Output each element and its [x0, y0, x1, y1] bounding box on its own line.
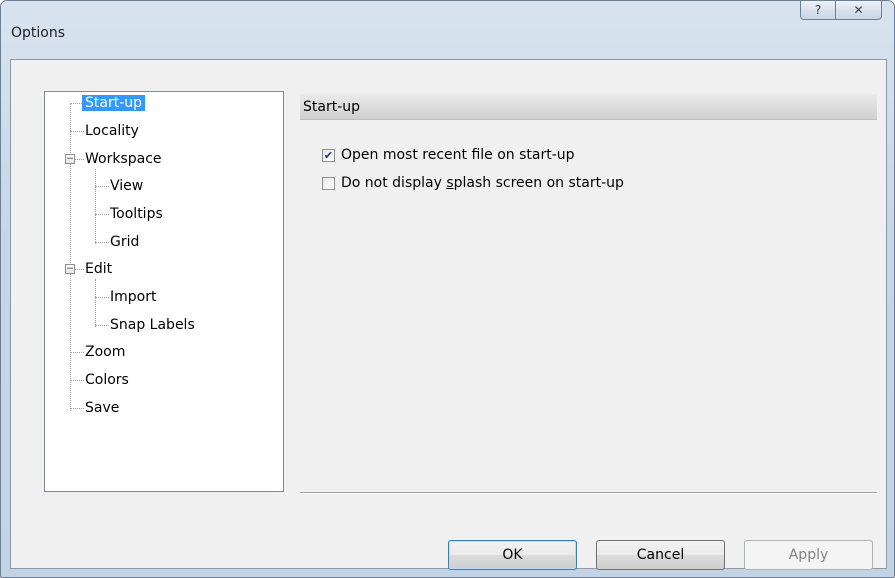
- no-splash-label-pre: Do not display: [341, 175, 447, 191]
- tree-item-label: Colors: [85, 372, 129, 388]
- tree-item-zoom[interactable]: Zoom: [82, 342, 128, 362]
- open-recent-option[interactable]: ✔ Open most recent file on start-up: [322, 145, 575, 165]
- help-button[interactable]: ?: [800, 1, 836, 20]
- help-icon: ?: [814, 3, 822, 17]
- collapse-icon[interactable]: −: [65, 264, 75, 274]
- tree-item-snap-labels[interactable]: Snap Labels: [107, 315, 198, 335]
- options-dialog: Options ? ✕ − − Start-up Locality Worksp…: [0, 0, 895, 578]
- no-splash-option[interactable]: Do not display splash screen on start-up: [322, 173, 624, 193]
- section-header: Start-up: [300, 94, 877, 120]
- window-title: Options: [11, 25, 66, 41]
- tree-item-label: View: [110, 178, 144, 194]
- tree-item-label: Locality: [85, 123, 139, 139]
- tree-item-import[interactable]: Import: [107, 287, 159, 307]
- title-bar: Options ? ✕: [1, 1, 894, 59]
- tree-item-label: Save: [85, 400, 120, 416]
- close-icon: ✕: [853, 3, 864, 17]
- tree-item-colors[interactable]: Colors: [82, 370, 132, 390]
- tree-item-label: Tooltips: [110, 206, 163, 222]
- close-button[interactable]: ✕: [836, 1, 882, 20]
- dialog-client-area: − − Start-up Locality Workspace View Too…: [10, 59, 887, 570]
- tree-item-locality[interactable]: Locality: [82, 121, 142, 141]
- tree-connector: [70, 103, 72, 411]
- options-tree[interactable]: − − Start-up Locality Workspace View Too…: [44, 91, 284, 492]
- tree-item-edit[interactable]: Edit: [82, 259, 115, 279]
- tree-connector: [95, 169, 97, 244]
- cancel-button[interactable]: Cancel: [596, 540, 725, 570]
- tree-item-label: Edit: [85, 261, 113, 277]
- collapse-icon[interactable]: −: [65, 154, 75, 164]
- tree-item-view[interactable]: View: [107, 176, 146, 196]
- tree-item-label: Import: [110, 289, 157, 305]
- open-recent-checkbox[interactable]: ✔: [322, 148, 335, 162]
- tree-item-start-up[interactable]: Start-up: [82, 93, 146, 113]
- tree-item-save[interactable]: Save: [82, 398, 122, 418]
- tree-item-label: Zoom: [85, 344, 126, 360]
- apply-button[interactable]: Apply: [744, 540, 873, 570]
- tree-item-workspace[interactable]: Workspace: [82, 149, 165, 169]
- open-recent-label: Open most recent file on start-up: [341, 147, 575, 163]
- tree-item-label: Workspace: [85, 151, 162, 167]
- separator-highlight: [300, 493, 877, 494]
- checkmark-icon: ✔: [323, 148, 334, 162]
- tree-connector: [95, 279, 97, 327]
- tree-item-tooltips[interactable]: Tooltips: [107, 204, 166, 224]
- no-splash-label-accel: s: [446, 175, 454, 191]
- no-splash-label-post: plash screen on start-up: [453, 175, 624, 191]
- no-splash-label: Do not display splash screen on start-up: [341, 173, 624, 193]
- tree-item-label: Snap Labels: [110, 317, 195, 333]
- tree-item-label: Start-up: [82, 95, 146, 111]
- caption-buttons: ? ✕: [800, 1, 882, 21]
- tree-item-label: Grid: [110, 234, 140, 250]
- ok-button[interactable]: OK: [448, 540, 577, 570]
- tree-item-grid[interactable]: Grid: [107, 232, 142, 252]
- no-splash-checkbox[interactable]: [322, 176, 335, 190]
